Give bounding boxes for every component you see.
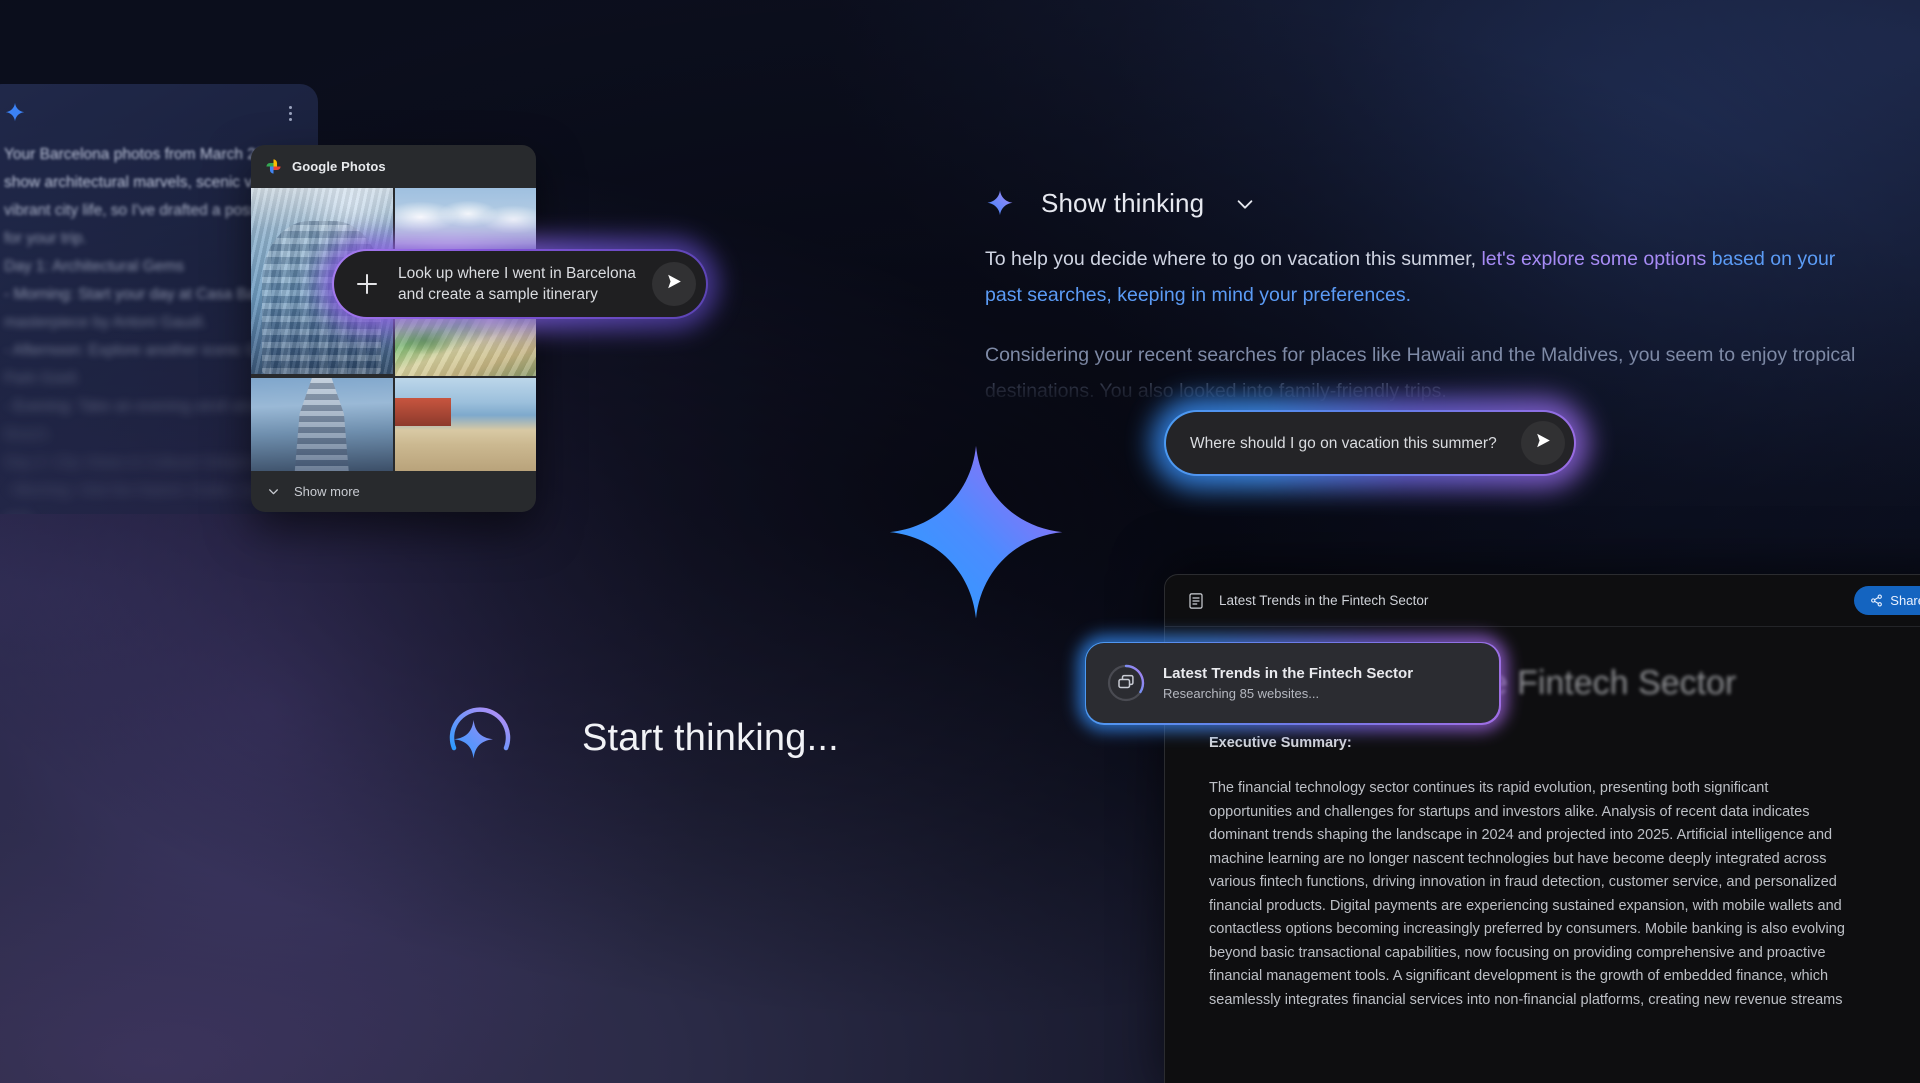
photos-card-header: Google Photos — [251, 145, 536, 188]
document-header-title: Latest Trends in the Fintech Sector — [1219, 593, 1429, 608]
document-line: financial management tools. A significan… — [1209, 968, 1829, 984]
document-icon — [1187, 592, 1205, 610]
prompt-body: Look up where I went in Barcelona and cr… — [334, 251, 706, 317]
send-icon — [665, 272, 684, 296]
document-paragraph: The financial technology sector continue… — [1209, 777, 1919, 1012]
thinking-text-highlight-purple: let's explore some options — [1481, 248, 1707, 270]
document-line: beyond basic transactional capabilities,… — [1209, 944, 1826, 961]
document-line: financial products. Digital payments are… — [1209, 897, 1842, 914]
more-options-icon[interactable] — [283, 102, 298, 125]
send-button[interactable] — [1521, 421, 1565, 465]
vacation-prompt-text[interactable]: Where should I go on vacation this summe… — [1190, 433, 1511, 454]
document-line: contactless options becoming increasingl… — [1209, 921, 1845, 937]
executive-summary-heading: Executive Summary: — [1209, 735, 1352, 751]
barcelona-prompt-text[interactable]: Look up where I went in Barcelona and cr… — [398, 263, 640, 305]
toast-body: Latest Trends in the Fintech Sector Rese… — [1086, 643, 1499, 723]
toast-title: Latest Trends in the Fintech Sector — [1163, 665, 1414, 682]
send-button[interactable] — [652, 262, 696, 306]
chevron-down-icon — [267, 485, 280, 498]
gemini-sparkle-large-icon — [878, 440, 1074, 636]
share-button[interactable]: Share — [1854, 586, 1920, 615]
prompt-body: Where should I go on vacation this summe… — [1166, 412, 1574, 474]
research-stack-icon — [1106, 663, 1146, 703]
document-line: dominant trends shaping the landscape in… — [1209, 827, 1833, 843]
document-line: machine learning are no longer nascent t… — [1209, 850, 1827, 867]
document-line: The financial technology sector continue… — [1209, 780, 1769, 796]
toast-text-block: Latest Trends in the Fintech Sector Rese… — [1163, 665, 1413, 701]
vacation-prompt-pill[interactable]: Where should I go on vacation this summe… — [1151, 397, 1589, 489]
toast-subtitle: Researching 85 websites... — [1163, 686, 1320, 701]
prompt-line-1: Look up where I went in Barcelona — [398, 265, 636, 282]
start-thinking-label: Start thinking... — [582, 716, 839, 759]
document-card-header: Latest Trends in the Fintech Sector Shar… — [1165, 575, 1920, 627]
show-thinking-label: Show thinking — [1041, 188, 1205, 218]
document-line: seamlessly integrates financial services… — [1209, 991, 1843, 1008]
thinking-spinner-icon — [448, 706, 512, 770]
thinking-paragraph-1: To help you decide where to go on vacati… — [985, 241, 1865, 313]
send-icon — [1534, 431, 1553, 455]
chevron-down-icon[interactable] — [1234, 193, 1256, 215]
document-line: various fintech functions, driving innov… — [1209, 874, 1837, 890]
sagrada-familia-photo[interactable] — [251, 378, 393, 471]
thinking-text-plain: To help you decide where to go on vacati… — [985, 248, 1482, 270]
gemini-sparkle-icon — [4, 102, 26, 124]
research-toast[interactable]: Latest Trends in the Fintech Sector Rese… — [1078, 635, 1507, 731]
start-thinking-row: Start thinking... — [448, 706, 839, 770]
share-icon — [1870, 594, 1883, 607]
prompt-line-2: and create a sample itinerary — [398, 286, 598, 303]
show-thinking-block: Show thinking To help you decide where t… — [985, 188, 1865, 409]
gemini-sparkle-icon — [985, 189, 1015, 219]
show-more-button[interactable]: Show more — [251, 471, 536, 512]
barcelona-prompt-pill[interactable]: Look up where I went in Barcelona and cr… — [321, 238, 719, 330]
photos-card-title: Google Photos — [292, 159, 386, 174]
share-label: Share — [1890, 593, 1920, 608]
beach-photo[interactable] — [394, 378, 536, 471]
google-photos-logo-icon — [265, 158, 282, 175]
itinerary-header — [4, 102, 298, 125]
show-thinking-toggle[interactable]: Show thinking — [985, 188, 1865, 219]
show-more-label: Show more — [294, 484, 360, 499]
plus-icon[interactable] — [348, 265, 386, 303]
document-line: opportunities and challenges for startup… — [1209, 803, 1810, 820]
